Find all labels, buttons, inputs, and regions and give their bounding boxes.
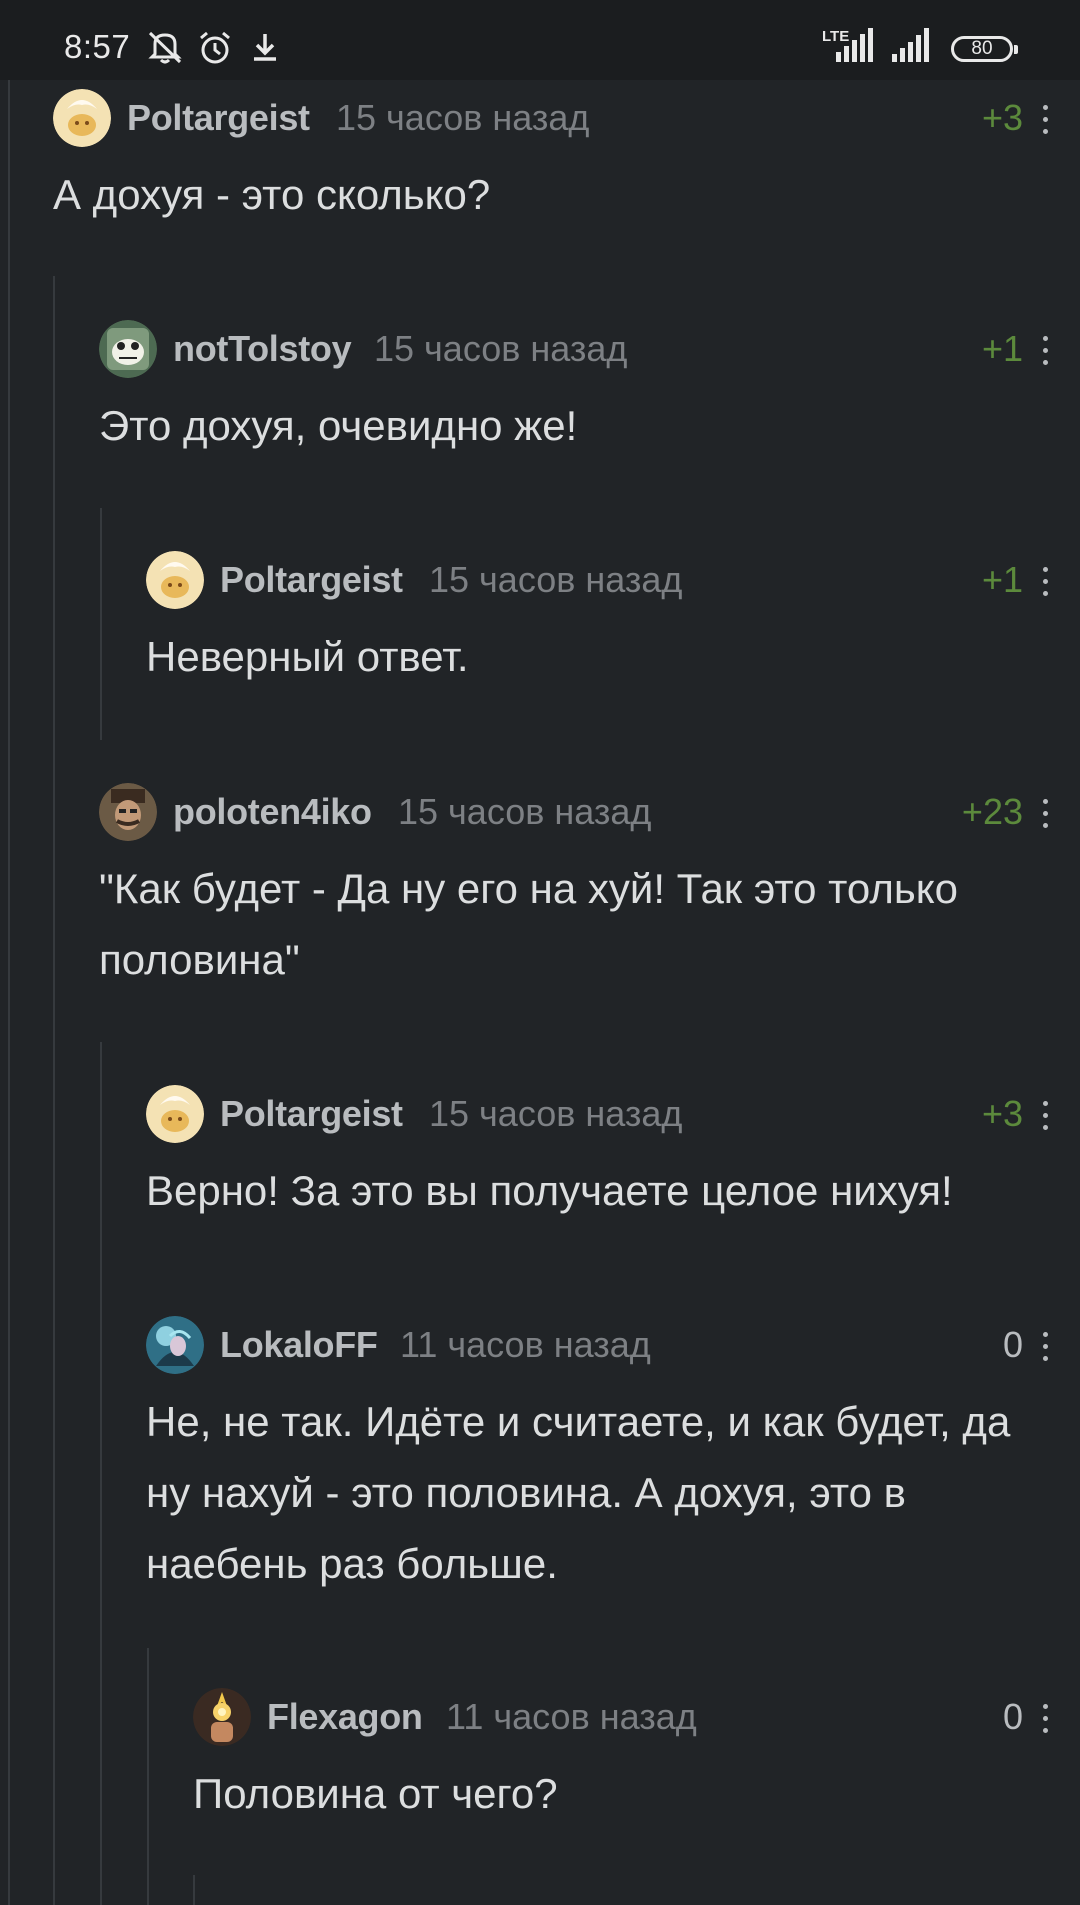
comment-text: Не, не так. Идёте и считаете, и как буде… (146, 1398, 1011, 1587)
avatar[interactable] (99, 783, 157, 841)
comment-time: 15 часов назад (374, 328, 628, 369)
comment-author[interactable]: Flexagon (267, 1696, 423, 1738)
comment-text: Верно! За это вы получаете целое нихуя! (146, 1167, 953, 1214)
avatar[interactable] (99, 320, 157, 378)
more-vertical-icon[interactable] (1042, 567, 1050, 601)
comment-text: А дохуя - это сколько? (53, 171, 491, 218)
comment-author[interactable]: poloten4iko (173, 791, 372, 833)
comment-author[interactable]: notTolstoy (173, 328, 352, 370)
signal-icon (836, 28, 873, 62)
comment-time: 15 часов назад (336, 97, 590, 138)
status-time: 8:57 (64, 28, 131, 65)
more-vertical-icon[interactable] (1042, 336, 1050, 370)
download-icon (254, 34, 276, 61)
signal-icon (892, 28, 929, 62)
comment-text: "Как будет - Да ну его на хуй! Так это т… (99, 865, 958, 983)
comment-header: Poltargeist 15 часов назад +1 (0, 551, 1080, 611)
bell-off-icon (148, 31, 182, 64)
avatar[interactable] (53, 89, 111, 147)
alarm-icon (200, 31, 230, 64)
comment-header: Poltargeist 15 часов назад +3 (0, 89, 1080, 149)
comment-rating: +3 (981, 1093, 1023, 1134)
avatar[interactable] (146, 1316, 204, 1374)
comment-header: notTolstoy 15 часов назад +1 (0, 320, 1080, 380)
comment-text: Половина от чего? (193, 1770, 558, 1817)
comment-rating: +1 (981, 559, 1023, 600)
more-vertical-icon[interactable] (1042, 799, 1050, 833)
battery-icon: 80 (951, 36, 1018, 62)
comment-text: Это дохуя, очевидно же! (99, 402, 578, 449)
comment-time: 11 часов назад (400, 1324, 651, 1365)
comment-text: Неверный ответ. (146, 633, 469, 680)
comment-header: LokaloFF 11 часов назад 0 (0, 1316, 1080, 1376)
more-vertical-icon[interactable] (1042, 105, 1050, 139)
comment-rating: +3 (981, 97, 1023, 138)
status-bar: 8:57 LTE 80 (0, 0, 1080, 80)
thread-line (147, 1648, 149, 1905)
more-vertical-icon[interactable] (1042, 1332, 1050, 1366)
comment-rating: +1 (981, 328, 1023, 369)
comment-header: poloten4iko 15 часов назад +23 (0, 783, 1080, 843)
avatar[interactable] (146, 551, 204, 609)
comment-author[interactable]: Poltargeist (220, 559, 403, 601)
more-vertical-icon[interactable] (1042, 1101, 1050, 1135)
thread-line (100, 508, 102, 740)
thread-line (100, 1042, 102, 1905)
comment-rating: 0 (1002, 1696, 1023, 1737)
comment-time: 15 часов назад (398, 791, 652, 832)
comment-rating: +23 (961, 791, 1023, 832)
comment-author[interactable]: Poltargeist (220, 1093, 403, 1135)
avatar[interactable] (193, 1688, 251, 1746)
more-vertical-icon[interactable] (1042, 1704, 1050, 1738)
comment-author[interactable]: LokaloFF (220, 1324, 378, 1366)
battery-level: 80 (971, 38, 993, 59)
comment-author[interactable]: Poltargeist (127, 97, 310, 139)
comment-time: 15 часов назад (429, 559, 683, 600)
comment-time: 11 часов назад (446, 1696, 697, 1737)
thread-line (193, 1875, 195, 1905)
comment-rating: 0 (1002, 1324, 1023, 1365)
comment-header: Flexagon 11 часов назад 0 (0, 1688, 1080, 1748)
comment-time: 15 часов назад (429, 1093, 683, 1134)
comment-header: Poltargeist 15 часов назад +3 (0, 1085, 1080, 1145)
avatar[interactable] (146, 1085, 204, 1143)
